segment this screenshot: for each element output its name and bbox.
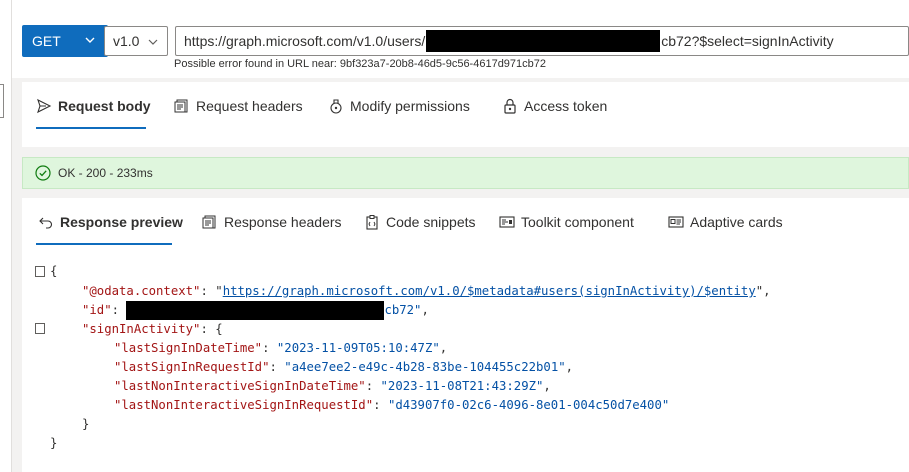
json-value: "2023-11-08T21:43:29Z" bbox=[380, 379, 544, 393]
json-line-field: "lastSignInDateTime": "2023-11-09T05:10:… bbox=[114, 341, 448, 355]
odata-context-link[interactable]: https://graph.microsoft.com/v1.0/$metada… bbox=[223, 284, 756, 298]
json-key: "lastNonInteractiveSignInDateTime" bbox=[114, 379, 366, 393]
permissions-icon bbox=[330, 99, 342, 114]
chevron-down-icon bbox=[148, 39, 158, 45]
tab-label: Toolkit component bbox=[521, 214, 634, 230]
rail-toggle[interactable] bbox=[0, 84, 4, 118]
json-key: "@odata.context" bbox=[82, 284, 201, 298]
json-key: "lastNonInteractiveSignInRequestId" bbox=[114, 398, 374, 412]
undo-arrow-icon bbox=[39, 217, 53, 229]
toolkit-icon bbox=[499, 216, 515, 228]
tab-request-headers[interactable]: Request headers bbox=[174, 98, 303, 114]
tab-toolkit-component[interactable]: Toolkit component bbox=[499, 214, 634, 230]
redaction-block bbox=[426, 30, 661, 52]
url-input[interactable]: https://graph.microsoft.com/v1.0/users/c… bbox=[175, 26, 909, 56]
tab-label: Access token bbox=[524, 98, 608, 114]
chevron-down-icon bbox=[85, 37, 95, 43]
tab-label: Response headers bbox=[224, 214, 342, 230]
url-suffix: cb72?$select=signInActivity bbox=[661, 33, 834, 49]
json-key: "id" bbox=[82, 303, 112, 317]
tab-request-body[interactable]: Request body bbox=[36, 98, 151, 114]
tab-label: Request body bbox=[58, 98, 151, 114]
send-icon bbox=[37, 98, 52, 114]
json-close-brace: } bbox=[50, 436, 58, 450]
tab-label: Request headers bbox=[196, 98, 303, 114]
tab-response-preview[interactable]: Response preview bbox=[38, 214, 183, 230]
json-key: "signInActivity" bbox=[82, 322, 201, 336]
active-tab-indicator bbox=[36, 127, 146, 129]
card-icon bbox=[668, 216, 684, 228]
json-value: "2023-11-09T05:10:47Z" bbox=[276, 341, 440, 355]
json-line-field: "lastNonInteractiveSignInDateTime": "202… bbox=[114, 379, 551, 393]
fold-toggle-signin[interactable] bbox=[35, 323, 45, 334]
tab-label: Response preview bbox=[60, 214, 183, 230]
json-close-brace-inner: } bbox=[82, 417, 90, 431]
json-line-signin-activity: "signInActivity": { bbox=[82, 322, 223, 336]
json-line-field: "lastSignInRequestId": "a4ee7ee2-e49c-4b… bbox=[114, 360, 574, 374]
version-dropdown[interactable]: v1.0 bbox=[104, 26, 168, 56]
redaction-block bbox=[126, 301, 385, 320]
json-value: "a4ee7ee2-e49c-4b28-83be-104455c22b01" bbox=[284, 360, 566, 374]
clipboard-icon bbox=[366, 215, 378, 230]
headers-icon bbox=[202, 215, 216, 229]
query-bar: GET v1.0 https://graph.microsoft.com/v1.… bbox=[12, 0, 909, 78]
tab-modify-permissions[interactable]: Modify permissions bbox=[328, 98, 470, 114]
headers-icon bbox=[174, 99, 188, 113]
json-line-odata-context: "@odata.context": "https://graph.microso… bbox=[82, 284, 771, 298]
http-method-dropdown[interactable]: GET bbox=[22, 25, 108, 57]
json-line-field: "lastNonInteractiveSignInRequestId": "d4… bbox=[114, 398, 670, 412]
json-key: "lastSignInDateTime" bbox=[114, 341, 263, 355]
tab-label: Modify permissions bbox=[350, 98, 470, 114]
http-method-label: GET bbox=[32, 33, 61, 49]
left-rail bbox=[0, 0, 12, 472]
active-tab-indicator bbox=[36, 243, 172, 245]
lock-icon bbox=[504, 98, 516, 114]
tab-label: Adaptive cards bbox=[690, 214, 783, 230]
json-value: "d43907f0-02c6-4096-8e01-004c50d7e400" bbox=[387, 398, 670, 412]
request-panel: Request body Request headers Modify perm… bbox=[22, 82, 909, 147]
json-open-brace: { bbox=[50, 264, 58, 278]
tab-response-headers[interactable]: Response headers bbox=[202, 214, 342, 230]
checkmark-circle-icon bbox=[35, 165, 51, 181]
json-line-id: "id": cb72", bbox=[82, 301, 429, 320]
json-value: cb72" bbox=[384, 303, 422, 317]
status-text: OK - 200 - 233ms bbox=[58, 166, 153, 180]
version-label: v1.0 bbox=[113, 33, 140, 49]
url-error-message: Possible error found in URL near: 9bf323… bbox=[174, 58, 547, 70]
tab-code-snippets[interactable]: Code snippets bbox=[364, 214, 476, 230]
fold-toggle-root[interactable] bbox=[35, 266, 45, 277]
tab-access-token[interactable]: Access token bbox=[502, 98, 607, 114]
tab-label: Code snippets bbox=[386, 214, 476, 230]
tab-adaptive-cards[interactable]: Adaptive cards bbox=[668, 214, 783, 230]
url-prefix: https://graph.microsoft.com/v1.0/users/ bbox=[184, 33, 426, 49]
json-key: "lastSignInRequestId" bbox=[114, 360, 270, 374]
response-panel: Response preview Response headers Code s… bbox=[22, 198, 909, 472]
status-bar: OK - 200 - 233ms bbox=[22, 157, 909, 189]
